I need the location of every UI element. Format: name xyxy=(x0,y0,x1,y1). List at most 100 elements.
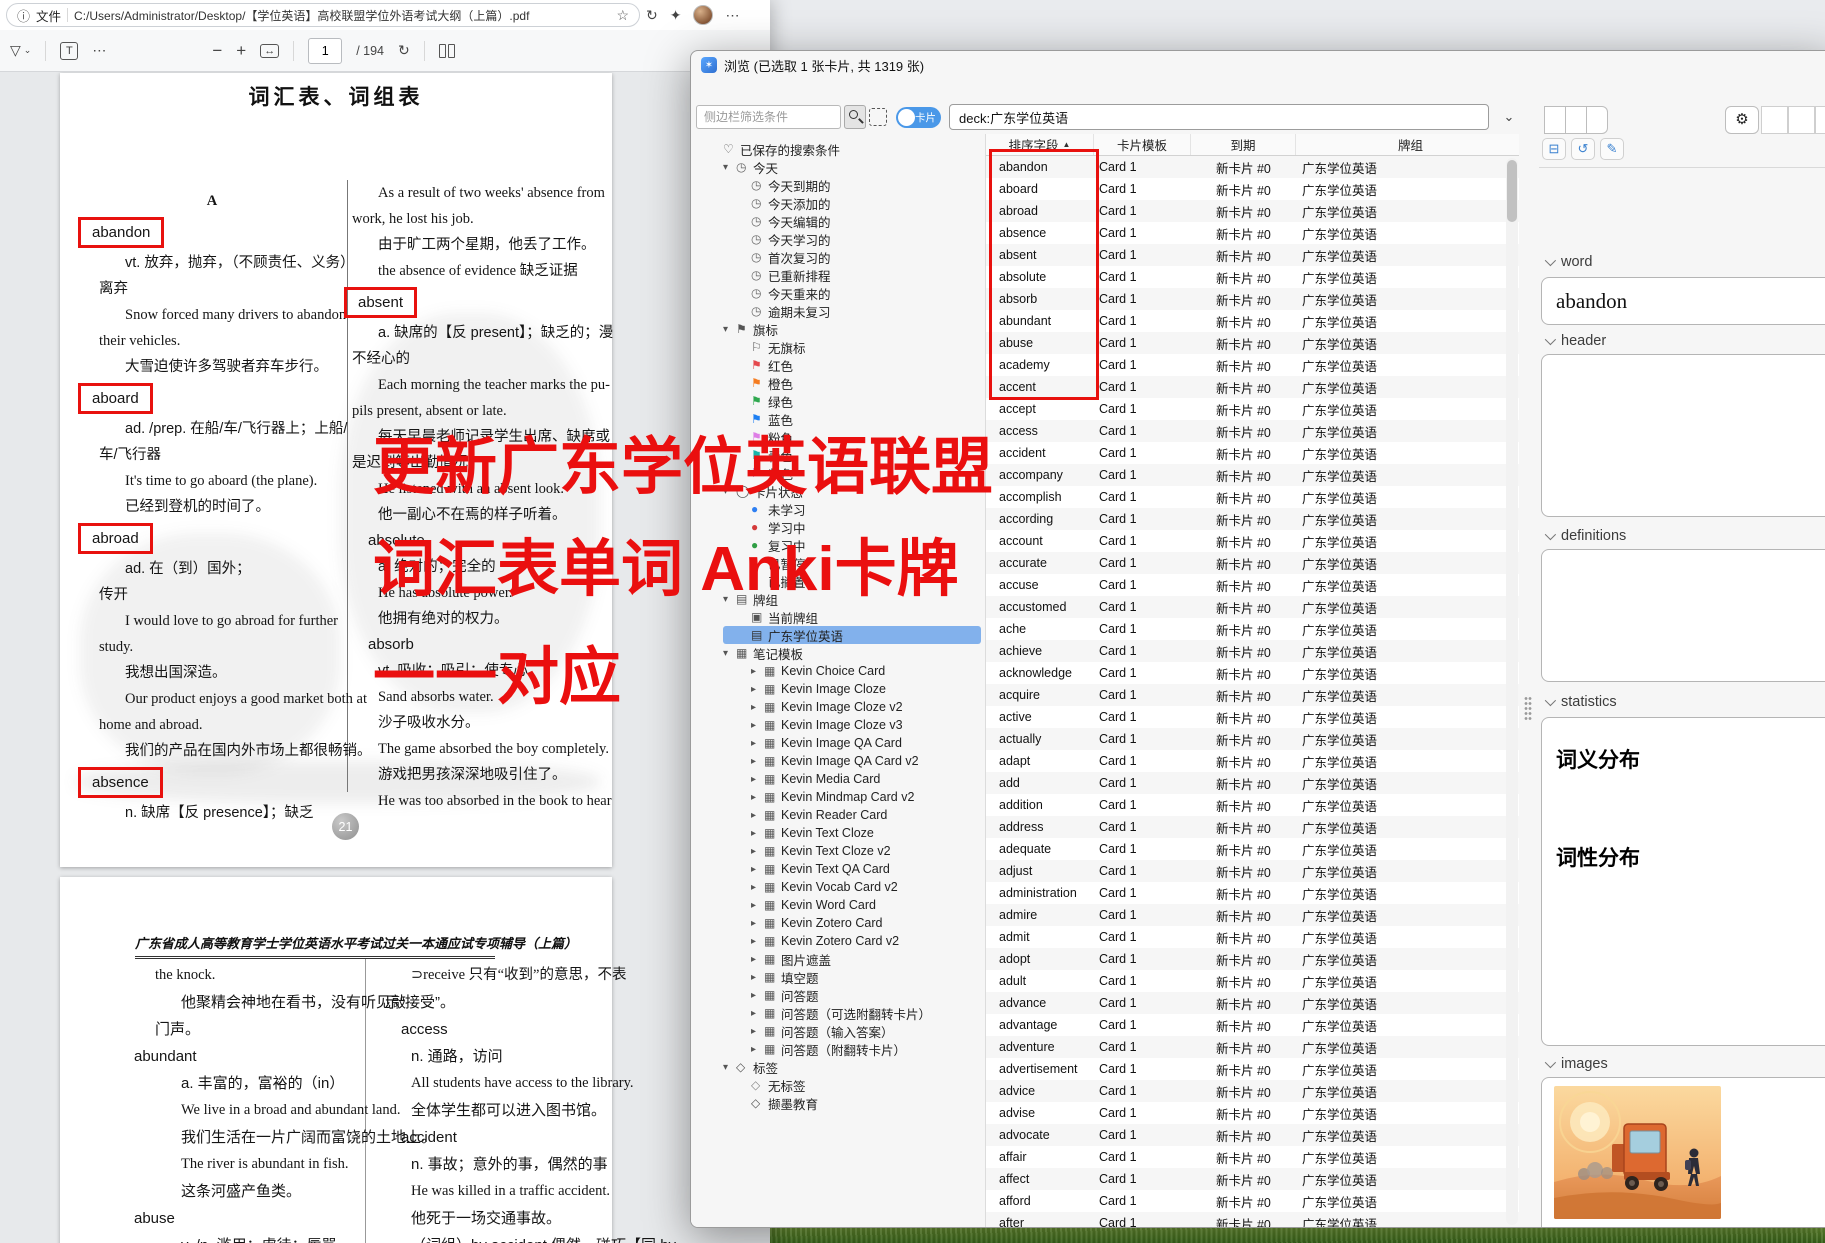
sidebar-item[interactable]: ⚐ 无旗标 xyxy=(691,338,985,356)
sidebar-item[interactable]: ▸ ▦ Kevin Zotero Card xyxy=(691,914,985,932)
selection-mode-icon[interactable] xyxy=(869,108,887,126)
field-label-images[interactable]: images xyxy=(1545,1056,1608,1072)
table-row[interactable]: adapt Card 1 新卡片 #0 广东学位英语 xyxy=(986,750,1519,772)
expander-icon[interactable]: ▸ xyxy=(751,1008,764,1019)
sidebar-item[interactable]: ▸ ▦ Kevin Reader Card xyxy=(691,806,985,824)
table-row[interactable]: afford Card 1 新卡片 #0 广东学位英语 xyxy=(986,1190,1519,1212)
sidebar-item[interactable]: ⚑ 蓝色 xyxy=(691,410,985,428)
table-row[interactable]: adopt Card 1 新卡片 #0 广东学位英语 xyxy=(986,948,1519,970)
refresh-collections-icon[interactable]: ↻ xyxy=(646,7,658,24)
expander-icon[interactable]: ▸ xyxy=(751,666,764,677)
column-header-due[interactable]: 到期 xyxy=(1191,134,1296,155)
table-row[interactable]: advantage Card 1 新卡片 #0 广东学位英语 xyxy=(986,1014,1519,1036)
table-row[interactable]: advance Card 1 新卡片 #0 广东学位英语 xyxy=(986,992,1519,1014)
sidebar-item[interactable]: ▣ 当前牌组 xyxy=(691,608,985,626)
two-page-view-icon[interactable] xyxy=(439,44,455,58)
sidebar-item[interactable]: ▾ ◷ 今天 xyxy=(691,158,985,176)
sidebar-item[interactable]: ⚑ 青色 xyxy=(691,446,985,464)
table-row[interactable]: accurate Card 1 新卡片 #0 广东学位英语 xyxy=(986,552,1519,574)
expander-icon[interactable]: ▾ xyxy=(723,594,736,605)
sidebar-item[interactable]: ◷ 已重新排程 xyxy=(691,266,985,284)
scrollbar-thumb[interactable] xyxy=(1507,160,1517,222)
format-button[interactable] xyxy=(1815,106,1825,134)
sidebar-item[interactable]: ◷ 首次复习的 xyxy=(691,248,985,266)
table-row[interactable]: advise Card 1 新卡片 #0 广东学位英语 xyxy=(986,1102,1519,1124)
format-button[interactable] xyxy=(1761,106,1788,134)
expander-icon[interactable]: ▸ xyxy=(751,972,764,983)
table-row[interactable]: abandon Card 1 新卡片 #0 广东学位英语 xyxy=(986,156,1519,178)
table-row[interactable]: adventure Card 1 新卡片 #0 广东学位英语 xyxy=(986,1036,1519,1058)
expander-icon[interactable]: ▾ xyxy=(723,648,736,659)
address-bar[interactable]: ⓘ 文件 C:/Users/Administrator/Desktop/【学位英… xyxy=(6,3,640,27)
sidebar-item[interactable]: ▸ ▦ 问答题（输入答案） xyxy=(691,1022,985,1040)
table-row[interactable]: ache Card 1 新卡片 #0 广东学位英语 xyxy=(986,618,1519,640)
table-row[interactable]: abuse Card 1 新卡片 #0 广东学位英语 xyxy=(986,332,1519,354)
page-number-input[interactable] xyxy=(308,38,342,64)
table-row[interactable]: accent Card 1 新卡片 #0 广东学位英语 xyxy=(986,376,1519,398)
table-row[interactable]: advice Card 1 新卡片 #0 广东学位英语 xyxy=(986,1080,1519,1102)
field-word[interactable]: abandon xyxy=(1541,277,1825,325)
expander-icon[interactable]: ▸ xyxy=(751,882,764,893)
format-button[interactable] xyxy=(1788,106,1815,134)
sidebar-item[interactable]: ▸ ▦ Kevin Vocab Card v2 xyxy=(691,878,985,896)
annotation-funnel-icon[interactable]: ▽⌄ xyxy=(10,42,31,59)
table-row[interactable]: accident Card 1 新卡片 #0 广东学位英语 xyxy=(986,442,1519,464)
expander-icon[interactable]: ▸ xyxy=(751,936,764,947)
expander-icon[interactable]: ▸ xyxy=(751,828,764,839)
table-row[interactable]: admit Card 1 新卡片 #0 广东学位英语 xyxy=(986,926,1519,948)
table-row[interactable]: adequate Card 1 新卡片 #0 广东学位英语 xyxy=(986,838,1519,860)
sidebar-item[interactable]: ◷ 逾期未复习 xyxy=(691,302,985,320)
rotate-icon[interactable]: ↻ xyxy=(398,42,410,59)
sidebar-item[interactable]: ● 复习中 xyxy=(691,536,985,554)
sidebar-item[interactable]: ▸ ▦ Kevin Media Card xyxy=(691,770,985,788)
sidebar-item[interactable]: ▾ ▦ 笔记模板 xyxy=(691,644,985,662)
sidebar-item[interactable]: ▾ ◯ 卡片状态 xyxy=(691,482,985,500)
field-label-word[interactable]: word xyxy=(1545,254,1592,270)
sidebar-search-button[interactable] xyxy=(844,105,866,129)
extensions-icon[interactable]: ✦ xyxy=(670,7,682,24)
sidebar-item[interactable]: ▸ ▦ 问答题 xyxy=(691,986,985,1004)
expander-icon[interactable]: ▸ xyxy=(751,864,764,875)
table-row[interactable]: acquire Card 1 新卡片 #0 广东学位英语 xyxy=(986,684,1519,706)
toolbar-more-icon[interactable]: ⋯ xyxy=(92,42,106,59)
expander-icon[interactable]: ▸ xyxy=(751,954,764,965)
column-header-template[interactable]: 卡片模板 xyxy=(1094,134,1191,155)
table-row[interactable]: advocate Card 1 新卡片 #0 广东学位英语 xyxy=(986,1124,1519,1146)
expander-icon[interactable]: ▸ xyxy=(751,900,764,911)
expander-icon[interactable]: ▸ xyxy=(751,756,764,767)
anki-titlebar[interactable]: ✶ 浏览 (已选取 1 张卡片, 共 1319 张) xyxy=(691,51,1825,79)
table-row[interactable]: addition Card 1 新卡片 #0 广东学位英语 xyxy=(986,794,1519,816)
sidebar-item[interactable]: ⚑ 红色 xyxy=(691,356,985,374)
sidebar-item[interactable]: ◷ 今天编辑的 xyxy=(691,212,985,230)
sidebar-item[interactable]: ◷ 今天学习的 xyxy=(691,230,985,248)
favorite-star-icon[interactable]: ☆ xyxy=(616,7,629,24)
expander-icon[interactable]: ▸ xyxy=(751,918,764,929)
sidebar-item[interactable]: ● 学习中 xyxy=(691,518,985,536)
expander-icon[interactable]: ▸ xyxy=(751,720,764,731)
sidebar-item[interactable]: ● 已暂停 xyxy=(691,554,985,572)
field-images[interactable]: He had to abandon his car in the desert. xyxy=(1541,1077,1825,1228)
table-row[interactable]: account Card 1 新卡片 #0 广东学位英语 xyxy=(986,530,1519,552)
expander-icon[interactable]: ▸ xyxy=(751,774,764,785)
expander-icon[interactable]: ▸ xyxy=(751,990,764,1001)
sidebar-filter-input[interactable] xyxy=(696,105,841,129)
sidebar-item[interactable]: ◇ 撷墨教育 xyxy=(691,1094,985,1112)
sidebar-item[interactable]: ▸ ▦ Kevin Image Cloze v3 xyxy=(691,716,985,734)
table-row[interactable]: advertisement Card 1 新卡片 #0 广东学位英语 xyxy=(986,1058,1519,1080)
field-header[interactable] xyxy=(1541,354,1825,517)
table-row[interactable]: affair Card 1 新卡片 #0 广东学位英语 xyxy=(986,1146,1519,1168)
zoom-in-icon[interactable]: + xyxy=(236,41,246,61)
table-row[interactable]: absence Card 1 新卡片 #0 广东学位英语 xyxy=(986,222,1519,244)
sidebar-item[interactable]: ▸ ▦ Kevin Zotero Card v2 xyxy=(691,932,985,950)
expander-icon[interactable]: ▸ xyxy=(751,738,764,749)
sidebar-item[interactable]: ▾ ◇ 标签 xyxy=(691,1058,985,1076)
field-label-header[interactable]: header xyxy=(1545,333,1606,349)
table-row[interactable]: according Card 1 新卡片 #0 广东学位英语 xyxy=(986,508,1519,530)
table-row[interactable]: administration Card 1 新卡片 #0 广东学位英语 xyxy=(986,882,1519,904)
sidebar-item[interactable]: ▤ 广东学位英语 xyxy=(723,626,981,644)
table-row[interactable]: admire Card 1 新卡片 #0 广东学位英语 xyxy=(986,904,1519,926)
sidebar-item[interactable]: ● 未学习 xyxy=(691,500,985,518)
sidebar-item[interactable]: ◷ 今天重来的 xyxy=(691,284,985,302)
expander-icon[interactable]: ▾ xyxy=(723,162,736,173)
field-definitions[interactable] xyxy=(1541,549,1825,682)
